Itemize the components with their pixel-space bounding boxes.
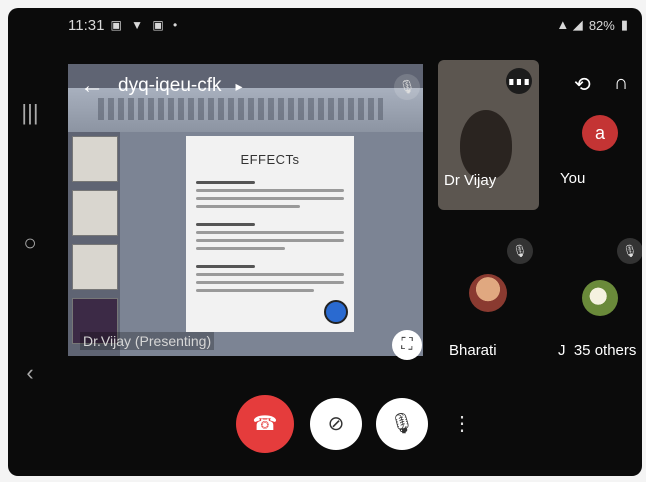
end-call-button[interactable]: ☎ — [236, 395, 294, 453]
home-icon[interactable]: ○ — [18, 230, 42, 256]
meeting-header: ← dyq-iqeu-cfk ▸ — [80, 72, 243, 100]
more-options-icon[interactable]: ⋮ — [452, 398, 472, 450]
avatar-others[interactable] — [582, 280, 618, 316]
slide-thumbnail — [72, 190, 118, 236]
mic-off-button[interactable]: 🎙 — [376, 398, 428, 450]
slide-title: EFFECTs — [240, 152, 300, 167]
battery-icon: ▮ — [620, 17, 628, 32]
audio-output-icon[interactable]: ∩ — [614, 72, 628, 95]
participant-name-others: J 35 others — [558, 342, 637, 359]
status-bar: 11:31 ▣ ▼ ▣ • ▲ ◢ 82% ▮ — [68, 14, 628, 36]
system-navigation: ||| ○ ‹ — [8, 88, 52, 418]
mic-off-icon: 🎙 — [507, 238, 533, 264]
mic-off-icon: 🎙 — [617, 238, 642, 264]
current-slide: EFFECTs — [186, 136, 354, 332]
participant-name-bharati: Bharati — [449, 342, 497, 359]
camera-off-button[interactable]: ⊘ — [310, 398, 362, 450]
mic-off-icon: 🎙 — [394, 74, 420, 100]
slide-logo — [324, 300, 348, 324]
fullscreen-button[interactable]: ⛶ — [392, 330, 422, 360]
call-controls: ☎ ⊘ 🎙 ⋮ — [8, 395, 642, 458]
chevron-right-icon[interactable]: ▸ — [236, 78, 243, 95]
presenter-label: Dr.Vijay (Presenting) — [80, 332, 215, 350]
slide-thumbnail — [72, 136, 118, 182]
meeting-code[interactable]: dyq-iqeu-cfk — [118, 75, 222, 97]
status-right: ▲ ◢ 82% ▮ — [556, 17, 628, 33]
phone-screen: 11:31 ▣ ▼ ▣ • ▲ ◢ 82% ▮ ||| ○ ‹ EFFECTs — [8, 8, 642, 476]
back-arrow-icon[interactable]: ← — [80, 72, 104, 100]
participant-name-you: You — [560, 170, 586, 187]
slide-thumbnails — [72, 136, 118, 346]
participant-video — [460, 110, 512, 180]
clock: 11:31 — [68, 16, 105, 34]
slide-thumbnail — [72, 244, 118, 290]
avatar-you: a — [582, 115, 618, 151]
back-nav-icon[interactable]: ‹ — [18, 360, 42, 386]
signal-icon: ▲ ◢ — [556, 17, 583, 32]
avatar-bharati[interactable] — [469, 274, 507, 312]
recent-apps-icon[interactable]: ||| — [18, 100, 42, 126]
slide-body — [196, 181, 344, 292]
speaking-indicator-icon: ∎∎∎ — [506, 68, 532, 94]
notification-icons: ▣ ▼ ▣ • — [110, 18, 181, 32]
participant-name-vijay: Dr Vijay — [444, 172, 497, 189]
switch-camera-icon[interactable]: ⟲ — [574, 72, 591, 97]
battery-percent: 82% — [588, 17, 615, 33]
